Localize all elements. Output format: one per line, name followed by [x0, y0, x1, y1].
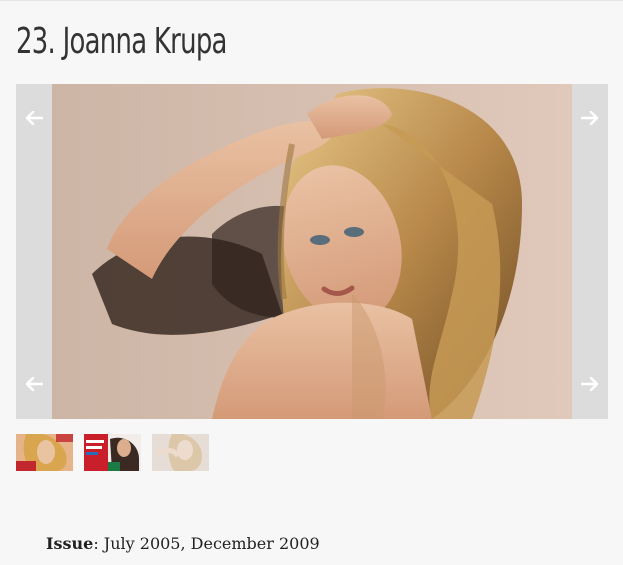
gallery-prev-button-bottom[interactable]	[16, 364, 52, 404]
arrow-right-icon	[581, 111, 599, 125]
arrow-left-icon	[25, 111, 43, 125]
arrow-left-icon	[25, 377, 43, 391]
gallery-thumbnail-3[interactable]	[152, 434, 209, 471]
gallery-next-button[interactable]	[572, 98, 608, 138]
gallery-main-photo	[52, 84, 572, 419]
issue-separator: :	[93, 534, 104, 553]
gallery-next-button-bottom[interactable]	[572, 364, 608, 404]
issue-value: July 2005, December 2009	[103, 534, 320, 553]
image-gallery	[16, 84, 608, 419]
arrow-right-icon	[581, 377, 599, 391]
gallery-thumbnail-1[interactable]	[16, 434, 73, 471]
issue-label: Issue	[46, 534, 94, 553]
gallery-thumbnail-2[interactable]	[84, 434, 141, 471]
page-title: 23. Joanna Krupa	[16, 21, 227, 62]
top-divider	[0, 0, 623, 1]
gallery-prev-button[interactable]	[16, 98, 52, 138]
issue-info: Issue: July 2005, December 2009	[46, 534, 320, 553]
